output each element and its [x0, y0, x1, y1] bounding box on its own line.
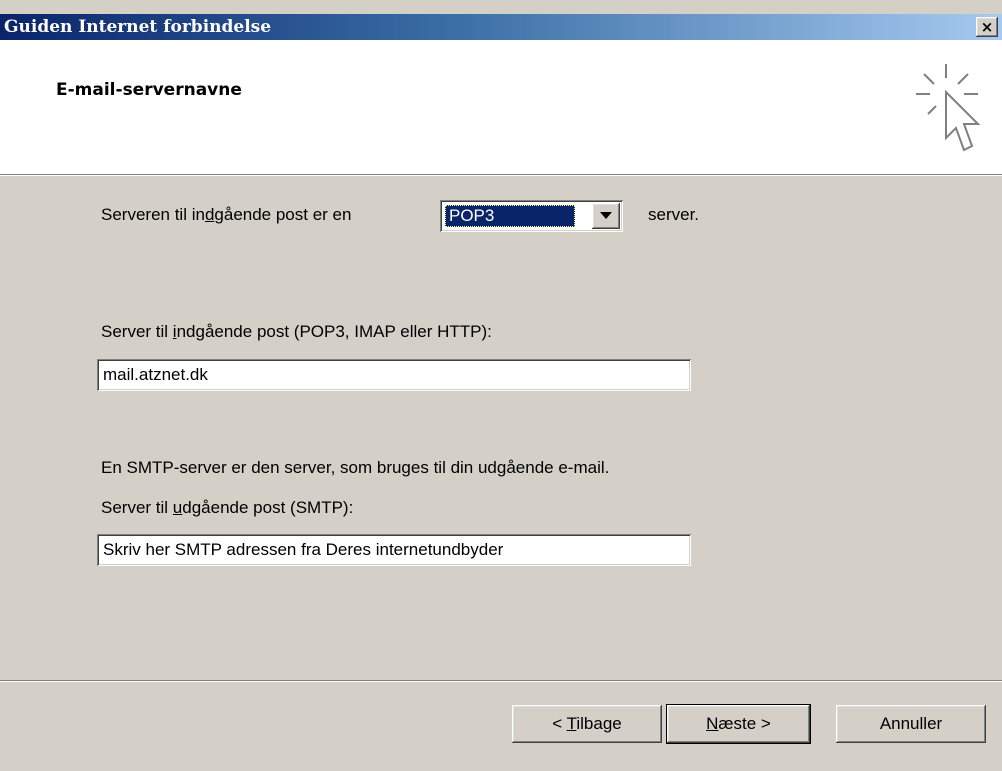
cancel-button[interactable]: Annuller	[836, 705, 986, 743]
footer-divider-highlight	[0, 681, 1002, 682]
server-type-select[interactable]: POP3	[440, 200, 623, 232]
smtp-info-text: En SMTP-server er den server, som bruges…	[101, 458, 610, 477]
outgoing-server-label: Server til udgående post (SMTP):	[101, 498, 353, 518]
incoming-type-label-text-end: gående post er en	[214, 205, 352, 224]
chevron-down-icon	[600, 212, 612, 219]
back-button-text-end: ilbage	[576, 714, 622, 733]
wizard-header: E-mail-servernavne	[0, 40, 1002, 175]
back-button[interactable]: < Tilbage	[512, 705, 662, 743]
close-icon: ×	[980, 18, 994, 36]
incoming-server-label-text: Server til	[101, 322, 173, 341]
wizard-window: Guiden Internet forbindelse × E-mail-ser…	[0, 0, 1002, 771]
incoming-server-value: mail.atznet.dk	[103, 365, 208, 384]
next-button[interactable]: Næste >	[667, 705, 810, 743]
next-button-text: æste >	[718, 714, 771, 733]
title-bar: Guiden Internet forbindelse ×	[0, 14, 1002, 40]
close-button[interactable]: ×	[976, 17, 998, 37]
next-button-accel: N	[706, 714, 719, 733]
dropdown-button[interactable]	[592, 203, 620, 229]
incoming-server-label: Server til indgående post (POP3, IMAP el…	[101, 322, 492, 342]
outgoing-server-label-text: Server til	[101, 498, 173, 517]
outgoing-server-input[interactable]: Skriv her SMTP adressen fra Deres intern…	[97, 534, 691, 566]
server-type-selected: POP3	[445, 205, 575, 227]
outgoing-server-accel: u	[172, 498, 183, 517]
incoming-server-input[interactable]: mail.atznet.dk	[97, 359, 691, 391]
incoming-type-label-text: Serveren til in	[101, 205, 205, 224]
wizard-cursor-icon	[916, 64, 981, 152]
back-button-accel: T	[566, 714, 577, 733]
incoming-type-label: Serveren til indgående post er en	[101, 205, 351, 225]
incoming-server-label-text-end: ndgående post (POP3, IMAP eller HTTP):	[176, 322, 492, 341]
window-title: Guiden Internet forbindelse	[4, 17, 272, 37]
incoming-type-accel: d	[204, 205, 215, 224]
outgoing-server-label-text-end: dgående post (SMTP):	[182, 498, 354, 517]
server-suffix-label: server.	[648, 205, 700, 224]
outgoing-server-value: Skriv her SMTP adressen fra Deres intern…	[103, 540, 504, 559]
header-divider	[0, 175, 1002, 176]
back-button-text: <	[552, 714, 567, 733]
page-title: E-mail-servernavne	[56, 80, 242, 100]
